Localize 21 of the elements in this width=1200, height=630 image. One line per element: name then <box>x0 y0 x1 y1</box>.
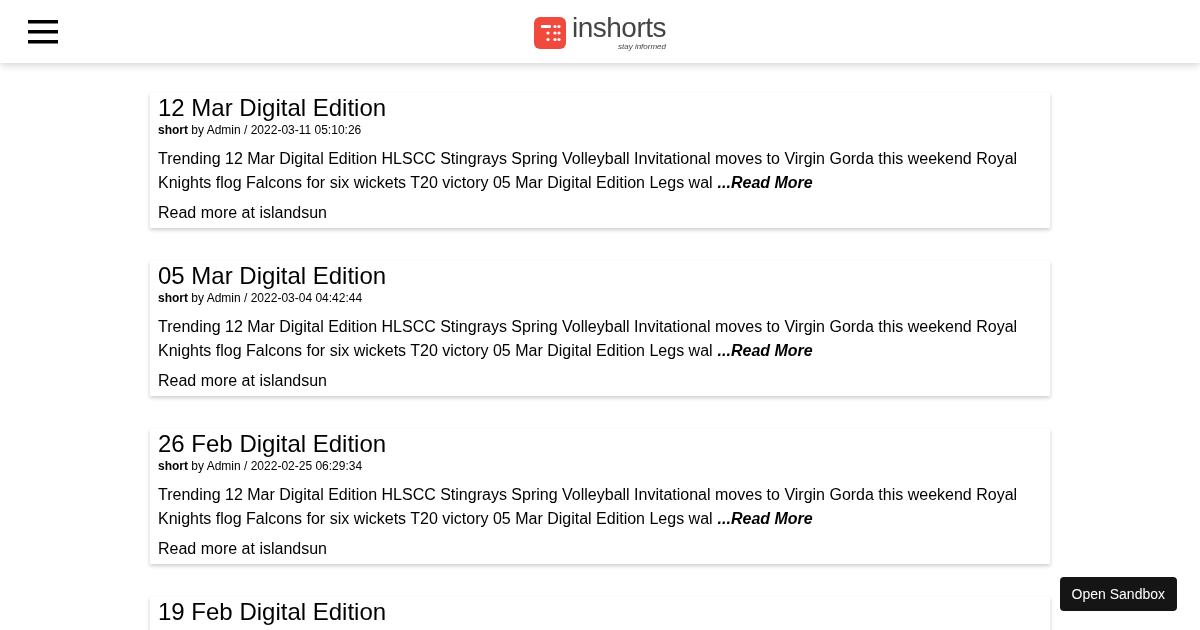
source-link[interactable]: Read more at islandsun <box>158 538 327 560</box>
card-title: 05 Mar Digital Edition <box>158 261 388 290</box>
source-link[interactable]: Read more at islandsun <box>158 370 327 392</box>
brand-name: inshorts <box>571 14 666 42</box>
read-more-link[interactable]: ...Read More <box>717 342 813 359</box>
menu-icon[interactable] <box>28 20 58 44</box>
card-summary: Trending 12 Mar Digital Edition HLSCC Stingrays Spring Volleyball Invitational moves to Virgin Gorda this weekend Royal Knights flog Falcons for six wickets T20 victory 05 Mar Digital Edition Legs wal ...Read More <box>158 149 1019 193</box>
read-more-link[interactable]: ...Read More <box>717 174 813 191</box>
card-meta: short by Admin / 2022-03-11 05:10:26 <box>158 122 363 138</box>
logo-icon <box>533 16 566 49</box>
open-sandbox-button[interactable]: Open Sandbox <box>1059 577 1177 611</box>
read-more-link[interactable]: ...Read More <box>717 510 813 527</box>
card-title: 19 Feb Digital Edition <box>158 597 388 626</box>
card-meta: short by Admin / 2022-03-04 04:42:44 <box>158 290 364 306</box>
card-summary: Trending 12 Mar Digital Edition HLSCC Stingrays Spring Volleyball Invitational moves to Virgin Gorda this weekend Royal Knights flog Falcons for six wickets T20 victory 05 Mar Digital Edition Legs wal ...Read More <box>158 317 1019 361</box>
card-title: 26 Feb Digital Edition <box>158 429 388 458</box>
card-title: 12 Mar Digital Edition <box>158 93 388 122</box>
brand-tagline: stay informed <box>618 42 666 51</box>
source-link[interactable]: Read more at islandsun <box>158 202 327 224</box>
card-summary: Trending 12 Mar Digital Edition HLSCC Stingrays Spring Volleyball Invitational moves to Virgin Gorda this weekend Royal Knights flog Falcons for six wickets T20 victory 05 Mar Digital Edition Legs wal ...Read More <box>158 485 1019 529</box>
card-meta: short by Admin / 2022-02-25 06:29:34 <box>158 458 364 474</box>
